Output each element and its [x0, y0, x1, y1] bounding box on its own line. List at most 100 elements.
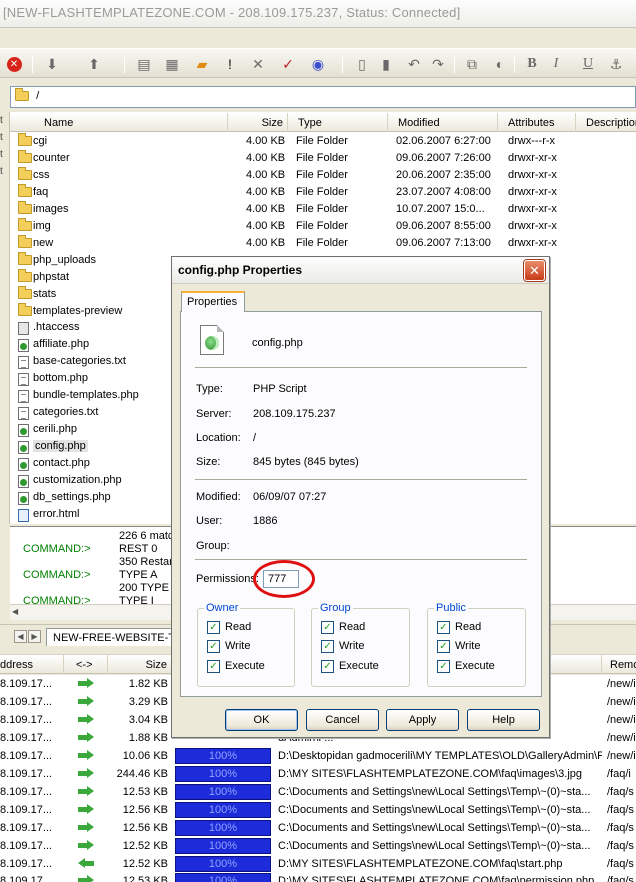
new-folder-button[interactable]: ▰: [192, 54, 212, 74]
cancel-button[interactable]: Cancel: [306, 709, 379, 731]
upload-button[interactable]: ⬆: [84, 54, 104, 74]
arrow-right-icon: [78, 713, 94, 725]
tab-site[interactable]: NEW-FREE-WEBSITE-TE: [46, 628, 186, 646]
file-modified: 23.07.2007 4:08:00: [396, 185, 491, 198]
delete-button[interactable]: ✕: [248, 54, 268, 74]
php-file-icon: [18, 441, 29, 455]
queue-local-path: C:\Documents and Settings\new\Local Sett…: [278, 803, 591, 816]
file-name: bundle-templates.php: [33, 389, 139, 402]
public-write-checkbox[interactable]: ✓: [437, 640, 450, 653]
file-type: File Folder: [296, 185, 348, 198]
group-execute-label: Execute: [339, 660, 379, 672]
col-direction[interactable]: <->: [64, 655, 108, 674]
owner-read-checkbox[interactable]: ✓: [207, 621, 220, 634]
public-execute-label: Execute: [455, 660, 495, 672]
paste-button[interactable]: ◐: [490, 54, 510, 74]
queue-size: 12.56 KB: [122, 803, 168, 816]
anchor-button[interactable]: ⚓: [606, 54, 626, 74]
table-row[interactable]: images 4.00 KB File Folder 10.07.2007 15:0.…: [10, 200, 636, 218]
document-icon: ▤: [137, 55, 151, 72]
queue-row[interactable]: 8.109.17... 10.06 KB 100% D:\Desktopidan ga…: [0, 747, 636, 765]
log-response: 350 Restar: [119, 556, 173, 568]
table-row[interactable]: counter 4.00 KB File Folder 09.06.2007 7:26…: [10, 149, 636, 167]
group-execute-checkbox[interactable]: ✓: [321, 660, 334, 673]
new-file-button[interactable]: ▯: [352, 54, 372, 74]
path-input[interactable]: /: [10, 86, 636, 108]
public-group-title: Public: [434, 602, 468, 614]
log-command: COMMAND:>: [23, 543, 91, 555]
text-file-icon: [18, 407, 29, 421]
group-read-checkbox[interactable]: ✓: [321, 621, 334, 634]
stop-button[interactable]: ✕: [4, 54, 24, 74]
apply-button[interactable]: Apply: [386, 709, 459, 731]
tab-properties[interactable]: Properties: [181, 291, 245, 312]
col-attributes[interactable]: Attributes: [498, 113, 576, 132]
col-type[interactable]: Type: [288, 113, 388, 132]
public-execute-checkbox[interactable]: ✓: [437, 660, 450, 673]
arrow-right-icon: [78, 875, 94, 882]
queue-address: 8.109.17...: [0, 803, 52, 816]
col-remote[interactable]: Remo: [602, 655, 636, 674]
ok-button[interactable]: OK: [225, 709, 298, 731]
exclamation-button[interactable]: !: [220, 54, 240, 74]
copy-icon: ⧉: [467, 55, 477, 72]
help-button[interactable]: Help: [467, 709, 540, 731]
queue-row[interactable]: 8.109.17... 12.52 KB 100% C:\Documents and …: [0, 837, 636, 855]
file-type: File Folder: [296, 168, 348, 181]
php-file-icon: [18, 339, 29, 353]
owner-execute-checkbox[interactable]: ✓: [207, 660, 220, 673]
close-button[interactable]: ✕: [524, 260, 545, 281]
table-row[interactable]: faq 4.00 KB File Folder 23.07.2007 4:08:00 d…: [10, 183, 636, 201]
table-row[interactable]: css 4.00 KB File Folder 20.06.2007 2:35:00 d…: [10, 166, 636, 184]
undo-button[interactable]: ↶: [404, 54, 424, 74]
file-size: 4.00 KB: [246, 236, 286, 249]
col-address[interactable]: ddress: [0, 655, 64, 674]
server-label: Server:: [196, 408, 232, 420]
file-modified: 10.07.2007 15:0...: [396, 202, 485, 215]
copy-button[interactable]: ⧉: [462, 54, 482, 74]
italic-button[interactable]: I: [546, 54, 566, 74]
folder-icon: [18, 133, 32, 146]
queue-address: 8.109.17...: [0, 785, 52, 798]
path-value: /: [36, 90, 40, 102]
queue-row[interactable]: 8.109.17... 12.53 KB 100% D:\MY SITES\FLASH…: [0, 872, 636, 882]
queue-row[interactable]: 8.109.17... 244.46 KB 100% D:\MY SITES\FLAS…: [0, 765, 636, 783]
table-row[interactable]: new 4.00 KB File Folder 09.06.2007 7:13:00 d…: [10, 234, 636, 252]
queue-size: 12.56 KB: [122, 821, 168, 834]
file-modified: 02.06.2007 6:27:00: [396, 135, 491, 147]
refresh-button[interactable]: ◉: [308, 54, 328, 74]
underline-button[interactable]: U: [578, 54, 598, 74]
col-size[interactable]: Size: [228, 113, 288, 132]
col-modified[interactable]: Modified: [388, 113, 498, 132]
properties-dialog: config.php Properties ✕ config.php Type:…: [171, 256, 550, 738]
queue-row[interactable]: 8.109.17... 12.56 KB 100% C:\Documents and …: [0, 801, 636, 819]
col-name[interactable]: Name: [10, 113, 228, 132]
file-type: File Folder: [296, 135, 348, 147]
redo-button[interactable]: ↷: [428, 54, 448, 74]
queue-row[interactable]: 8.109.17... 12.52 KB 100% D:\MY SITES\FLASH…: [0, 855, 636, 873]
tab-next-button[interactable]: ▶: [28, 630, 41, 643]
owner-write-checkbox[interactable]: ✓: [207, 640, 220, 653]
arrow-left-icon: [78, 857, 94, 869]
public-read-checkbox[interactable]: ✓: [437, 621, 450, 634]
save-button[interactable]: ▮: [376, 54, 396, 74]
queue-size: 12.53 KB: [122, 785, 168, 798]
queue-size: 12.52 KB: [122, 839, 168, 852]
group-write-checkbox[interactable]: ✓: [321, 640, 334, 653]
table-row[interactable]: cgi 4.00 KB File Folder 02.06.2007 6:27:00 d…: [10, 133, 636, 150]
queue-row[interactable]: 8.109.17... 12.56 KB 100% C:\Documents and …: [0, 819, 636, 837]
properties-button[interactable]: ✓: [278, 54, 298, 74]
redo-icon: ↷: [432, 55, 444, 72]
col-description[interactable]: Description: [576, 113, 636, 132]
scroll-left-icon[interactable]: ◀: [12, 607, 24, 619]
table-row[interactable]: img 4.00 KB File Folder 09.06.2007 8:55:00 d…: [10, 217, 636, 235]
edit-button[interactable]: ▦: [162, 54, 182, 74]
view-button[interactable]: ▤: [134, 54, 154, 74]
folder-icon: [18, 234, 32, 248]
download-button[interactable]: ⬇: [42, 54, 62, 74]
tab-prev-button[interactable]: ◀: [14, 630, 27, 643]
queue-row[interactable]: 8.109.17... 12.53 KB 100% C:\Documents and …: [0, 783, 636, 801]
bold-button[interactable]: B: [522, 54, 542, 74]
col-queue-size[interactable]: Size: [108, 655, 172, 674]
file-name: db_settings.php: [33, 490, 111, 503]
